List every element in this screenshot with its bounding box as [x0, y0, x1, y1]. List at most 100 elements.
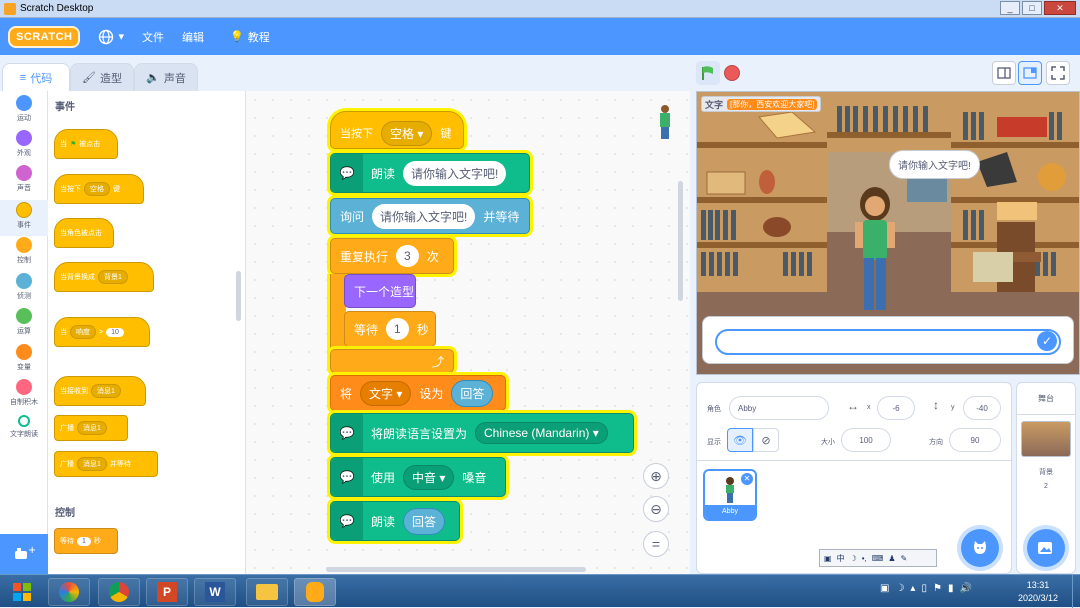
category-operators[interactable]: 运算 [0, 308, 48, 342]
wait-input[interactable]: 1 [386, 318, 409, 340]
message-dropdown[interactable]: 消息1 [91, 384, 121, 398]
submit-check-button[interactable]: ✓ [1037, 331, 1057, 351]
y-input[interactable]: -40 [963, 396, 1001, 420]
category-looks[interactable]: 外观 [0, 130, 48, 164]
direction-input[interactable]: 90 [949, 428, 1001, 452]
stop-button[interactable] [724, 65, 740, 81]
small-stage-button[interactable] [992, 61, 1016, 85]
palette-block-flag-clicked[interactable]: 当 ⚑ 被点击 [54, 129, 118, 159]
speak-text-input[interactable]: 请你输入文字吧! [403, 160, 507, 186]
script-set-language[interactable]: 💬 将朗读语言设置为 Chinese (Mandarin) ▾ [330, 413, 634, 453]
script-ask-block[interactable]: 询问 请你输入文字吧! 并等待 [330, 198, 530, 234]
ime-toolbar[interactable]: ▣ 中 ☽ •, ⌨ ♟ ✎ [819, 549, 937, 567]
close-button[interactable]: ✕ [1044, 1, 1076, 15]
tab-sounds[interactable]: 🔈 声音 [134, 63, 198, 91]
size-input[interactable]: 100 [841, 428, 891, 452]
taskbar-app-powerpoint[interactable]: P [146, 578, 188, 606]
zoom-in-button[interactable]: ⊕ [643, 463, 669, 489]
language-dropdown[interactable]: Chinese (Mandarin) ▾ [475, 422, 608, 444]
normal-stage-button[interactable] [1018, 61, 1042, 85]
tab-costumes[interactable]: 🖌 造型 [70, 63, 134, 91]
script-hat-key-pressed[interactable]: 当按下 空格 ▾ 键 [330, 111, 464, 149]
script-speak-answer[interactable]: 💬 朗读 回答 [330, 501, 460, 541]
script-wait-block[interactable]: 等待 1 秒 [344, 311, 436, 347]
variable-monitor[interactable]: 文字 [那你，西安欢迎大家吧] [701, 96, 822, 112]
message-dropdown[interactable]: 消息1 [77, 421, 107, 435]
category-variables[interactable]: 变量 [0, 344, 48, 378]
device-icon[interactable]: ▯ [921, 583, 927, 594]
message-dropdown[interactable]: 消息1 [77, 457, 107, 471]
sensor-dropdown[interactable]: 响度 [70, 325, 96, 339]
backdrop-thumbnail[interactable] [1021, 421, 1071, 457]
category-control[interactable]: 控制 [0, 237, 48, 271]
script-set-voice[interactable]: 💬 使用 中音 ▾ 嗓音 [330, 457, 506, 497]
script-next-costume[interactable]: 下一个造型 [344, 274, 416, 308]
palette-block-receive[interactable]: 当接收到 消息1 [54, 376, 146, 406]
language-menu[interactable]: ▾ [98, 29, 124, 45]
backdrop-dropdown[interactable]: 背景1 [98, 270, 128, 284]
taskbar-app-chrome[interactable] [98, 578, 140, 606]
delete-sprite-button[interactable]: ✕ [741, 473, 753, 485]
repeat-count-input[interactable]: 3 [396, 245, 419, 267]
category-motion[interactable]: 运动 [0, 95, 48, 129]
script-vertical-scrollbar[interactable] [678, 181, 683, 301]
choose-backdrop-button[interactable] [1027, 529, 1065, 567]
minimize-button[interactable]: _ [1000, 1, 1020, 15]
palette-block-key-pressed[interactable]: 当按下 空格 键 [54, 174, 144, 204]
clock[interactable]: 13:31 2020/3/12 [1010, 579, 1066, 605]
category-sensing[interactable]: 侦测 [0, 273, 48, 307]
category-events[interactable]: 事件 [0, 200, 48, 236]
script-area[interactable]: 当按下 空格 ▾ 键 💬 朗读 请你输入文字吧! 询问 请你输入文字吧! 并等待… [246, 91, 690, 574]
taskbar-app-browser[interactable] [48, 578, 90, 606]
show-visible-button[interactable]: 👁 [727, 428, 753, 452]
script-stack[interactable]: 当按下 空格 ▾ 键 💬 朗读 请你输入文字吧! 询问 请你输入文字吧! 并等待… [326, 97, 634, 547]
volume-icon[interactable]: 🔊 [959, 583, 971, 594]
wait-input[interactable]: 1 [77, 536, 91, 546]
moon-tray-icon[interactable]: ☽ [895, 583, 904, 594]
palette-scrollbar[interactable] [236, 271, 241, 321]
zoom-reset-button[interactable]: = [643, 531, 669, 557]
tab-code[interactable]: ≡ 代码 [2, 63, 70, 91]
script-set-variable[interactable]: 将 文字 ▾ 设为 回答 [330, 375, 506, 411]
palette-block-broadcast[interactable]: 广播 消息1 [54, 415, 128, 441]
x-input[interactable]: -6 [877, 396, 915, 420]
ask-text-input[interactable]: 请你输入文字吧! [372, 203, 476, 229]
green-flag-button[interactable] [696, 61, 720, 85]
fullscreen-button[interactable] [1046, 61, 1070, 85]
maximize-button[interactable]: □ [1022, 1, 1042, 15]
start-button[interactable] [4, 577, 40, 607]
script-repeat-block[interactable]: 重复执行 3 次 [330, 238, 454, 274]
network-icon[interactable]: ▮ [948, 583, 954, 594]
ime-tray-icon[interactable]: ▣ [880, 583, 889, 594]
answer-reporter[interactable]: 回答 [403, 507, 446, 535]
flag-icon[interactable]: ⚑ [933, 583, 942, 594]
tutorials-menu[interactable]: 💡 教程 [230, 29, 270, 45]
palette-block-when-greater[interactable]: 当 响度 > 10 [54, 317, 150, 347]
show-hidden-icon[interactable]: ▴ [910, 583, 915, 594]
edit-menu[interactable]: 编辑 [182, 29, 204, 45]
key-dropdown[interactable]: 空格 ▾ [381, 120, 433, 146]
palette-block-sprite-clicked[interactable]: 当角色被点击 [54, 218, 114, 248]
key-dropdown[interactable]: 空格 [84, 182, 110, 196]
script-horizontal-scrollbar[interactable] [326, 567, 586, 572]
answer-reporter[interactable]: 回答 [451, 379, 494, 407]
sprite-name-input[interactable]: Abby [729, 396, 829, 420]
stage-canvas[interactable]: 文字 [那你，西安欢迎大家吧] 请你输入文字吧! ✓ [696, 91, 1080, 375]
palette-block-broadcast-wait[interactable]: 广播 消息1 并等待 [54, 451, 158, 477]
category-text-to-speech[interactable]: 文字朗读 [0, 415, 48, 449]
script-speak-block[interactable]: 💬 朗读 请你输入文字吧! [330, 153, 530, 193]
scratch-logo[interactable]: SCRATCH [8, 25, 81, 48]
taskbar-app-word[interactable]: W [194, 578, 236, 606]
zoom-out-button[interactable]: ⊖ [643, 496, 669, 522]
category-my-blocks[interactable]: 自制积木 [0, 379, 48, 413]
palette-block-wait[interactable]: 等待 1 秒 [54, 528, 118, 554]
threshold-input[interactable]: 10 [106, 327, 124, 337]
voice-dropdown[interactable]: 中音 ▾ [403, 464, 455, 490]
taskbar-app-explorer[interactable] [246, 578, 288, 606]
taskbar-app-scratch[interactable] [294, 578, 336, 606]
show-desktop-button[interactable] [1072, 575, 1080, 608]
add-extension-button[interactable]: + [0, 534, 48, 574]
palette-block-backdrop-switch[interactable]: 当背景换成 背景1 [54, 262, 154, 292]
file-menu[interactable]: 文件 [142, 29, 164, 45]
category-sound[interactable]: 声音 [0, 165, 48, 199]
